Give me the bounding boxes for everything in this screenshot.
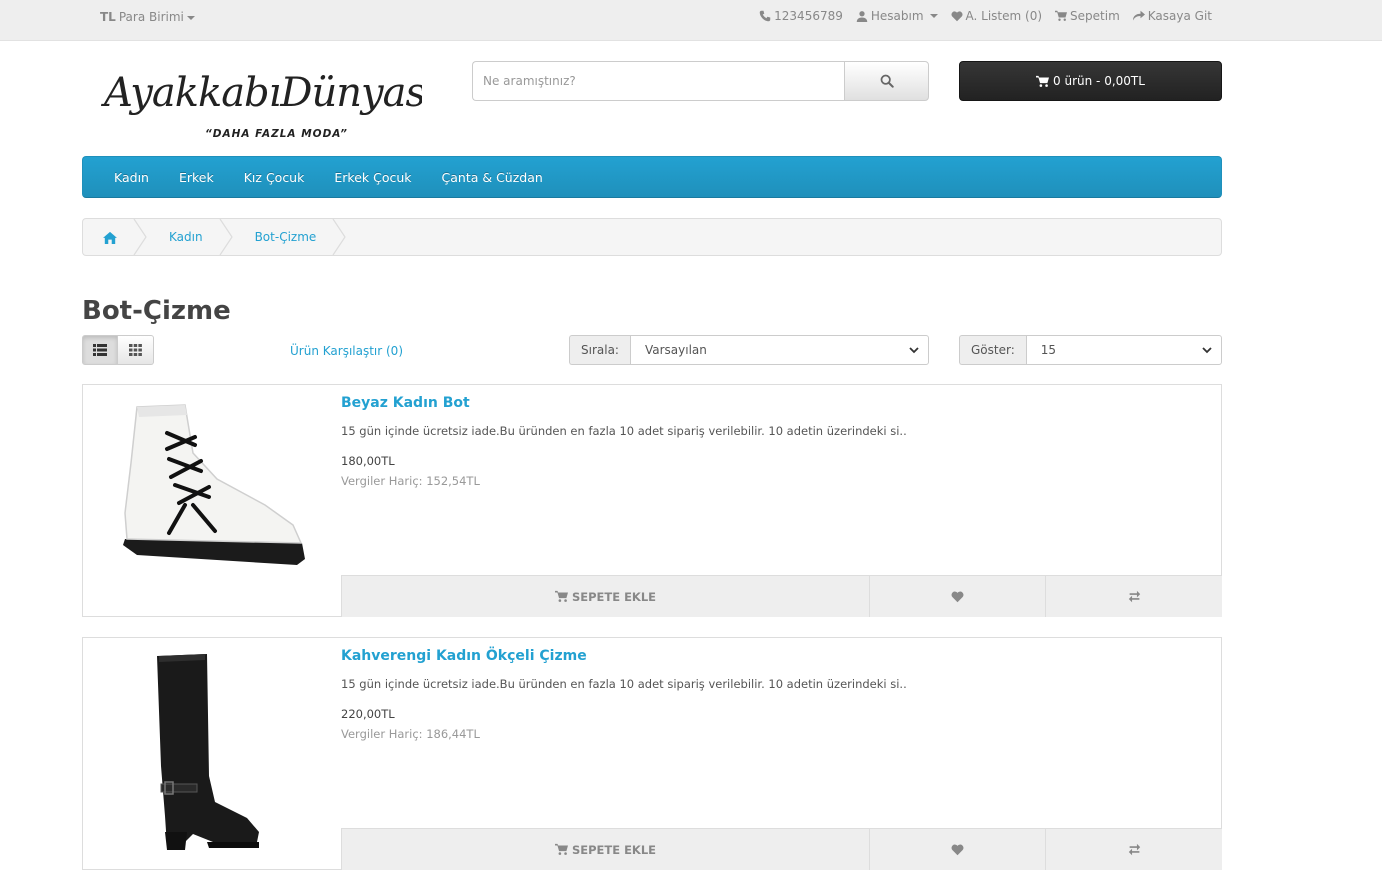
breadcrumb-link-kadin[interactable]: Kadın	[169, 230, 203, 244]
checkout-link[interactable]: Kasaya Git	[1132, 9, 1212, 23]
grid-view-button[interactable]	[118, 335, 154, 365]
compare-button[interactable]	[1045, 829, 1222, 870]
product-card: Beyaz Kadın Bot 15 gün içinde ücretsiz i…	[82, 384, 1222, 617]
search-icon	[880, 74, 894, 88]
search-input[interactable]	[472, 61, 844, 101]
caret-down-icon	[929, 14, 938, 18]
cart-summary-button[interactable]: 0 ürün - 0,00TL	[959, 61, 1222, 101]
add-to-cart-button[interactable]: SEPETE EKLE	[341, 829, 869, 870]
product-image-white-boot[interactable]	[97, 393, 327, 611]
view-toggle	[82, 335, 154, 365]
product-name[interactable]: Kahverengi Kadın Ökçeli Çizme	[341, 648, 587, 664]
menu-item-erkek[interactable]: Erkek	[164, 170, 229, 185]
grid-icon	[129, 344, 142, 356]
cart-link[interactable]: Sepetim	[1055, 9, 1120, 23]
sort-label: Sırala:	[569, 335, 630, 365]
menu-item-kiz-cocuk[interactable]: Kız Çocuk	[229, 170, 320, 185]
shopping-cart-icon	[1036, 75, 1050, 87]
heart-icon	[951, 591, 964, 603]
menu-item-canta-cuzdan[interactable]: Çanta & Cüzdan	[427, 170, 558, 185]
add-to-wishlist-button[interactable]	[869, 829, 1045, 870]
compare-link[interactable]: Ürün Karşılaştır (0)	[290, 344, 403, 358]
main-menu: Kadın Erkek Kız Çocuk Erkek Çocuk Çanta …	[82, 156, 1222, 198]
share-icon	[1132, 10, 1145, 21]
phone-link[interactable]: 123456789	[759, 9, 843, 23]
currency-dropdown[interactable]: TL Para Birimi	[100, 10, 195, 24]
shopping-cart-icon	[554, 843, 568, 855]
product-description: 15 gün içinde ücretsiz iade.Bu üründen e…	[341, 424, 907, 438]
breadcrumb-home[interactable]	[83, 219, 147, 255]
account-label: Hesabım	[870, 9, 924, 23]
breadcrumb-separator	[332, 219, 347, 255]
account-dropdown[interactable]: Hesabım	[856, 9, 938, 23]
chevron-down-icon	[1202, 347, 1212, 354]
wishlist-label: A. Listem (0)	[965, 9, 1043, 23]
logo-wordmark: AyakkabıDünyası	[100, 70, 422, 116]
logo-tagline: “DAHA FAZLA MODA”	[205, 128, 348, 140]
list-view-button[interactable]	[82, 335, 118, 365]
shopping-cart-icon	[1055, 10, 1068, 21]
phone-number: 123456789	[774, 9, 843, 23]
currency-symbol: TL	[100, 10, 116, 24]
breadcrumb-item[interactable]: Kadın	[145, 219, 233, 255]
product-name[interactable]: Beyaz Kadın Bot	[341, 395, 470, 411]
add-to-cart-button[interactable]: SEPETE EKLE	[341, 576, 869, 617]
shopping-cart-icon	[554, 590, 568, 602]
add-to-cart-label: SEPETE EKLE	[571, 842, 657, 857]
menu-item-erkek-cocuk[interactable]: Erkek Çocuk	[319, 170, 426, 185]
product-actions: SEPETE EKLE	[341, 575, 1222, 617]
product-card: Kahverengi Kadın Ökçeli Çizme 15 gün içi…	[82, 637, 1222, 870]
add-to-wishlist-button[interactable]	[869, 576, 1045, 617]
phone-icon	[759, 10, 771, 22]
cart-label: Sepetim	[1070, 9, 1120, 23]
list-icon	[93, 344, 107, 356]
sort-control: Sırala: Varsayılan	[569, 335, 929, 365]
limit-value: 15	[1040, 343, 1057, 357]
top-bar: TL Para Birimi 123456789 Hesabım A. Liste…	[0, 0, 1382, 41]
page-title: Bot-Çizme	[82, 296, 231, 326]
exchange-icon	[1128, 590, 1140, 603]
product-price-ex-tax: Vergiler Hariç: 186,44TL	[341, 727, 480, 741]
top-links: 123456789 Hesabım A. Listem (0) Sepetim …	[759, 9, 1212, 23]
user-icon	[856, 11, 868, 22]
product-image-brown-heeled-boot[interactable]	[97, 646, 327, 864]
product-price: 220,00TL	[341, 707, 395, 721]
product-actions: SEPETE EKLE	[341, 828, 1222, 870]
breadcrumb: Kadın Bot-Çizme	[82, 218, 1222, 256]
breadcrumb-item[interactable]: Bot-Çizme	[231, 219, 347, 255]
product-description: 15 gün içinde ücretsiz iade.Bu üründen e…	[341, 677, 907, 691]
wishlist-link[interactable]: A. Listem (0)	[951, 9, 1043, 23]
checkout-label: Kasaya Git	[1147, 9, 1212, 23]
limit-control: Göster: 15	[959, 335, 1222, 365]
search-button[interactable]	[844, 61, 929, 101]
exchange-icon	[1128, 843, 1140, 856]
limit-select[interactable]: 15	[1025, 335, 1222, 365]
sort-select[interactable]: Varsayılan	[629, 335, 929, 365]
product-price-ex-tax: Vergiler Hariç: 152,54TL	[341, 474, 480, 488]
product-price: 180,00TL	[341, 454, 395, 468]
caret-down-icon	[186, 15, 195, 20]
heart-icon	[951, 844, 964, 856]
cart-summary-text: 0 ürün - 0,00TL	[1053, 74, 1145, 88]
sort-value: Varsayılan	[644, 343, 707, 357]
search-bar	[472, 61, 929, 101]
limit-label: Göster:	[959, 335, 1026, 365]
menu-item-kadin[interactable]: Kadın	[99, 170, 164, 185]
currency-label: Para Birimi	[118, 10, 184, 24]
store-logo[interactable]: AyakkabıDünyası “DAHA FAZLA MODA”	[100, 58, 422, 144]
breadcrumb-link-bot-cizme[interactable]: Bot-Çizme	[255, 230, 317, 244]
chevron-down-icon	[909, 347, 919, 354]
compare-button[interactable]	[1045, 576, 1222, 617]
add-to-cart-label: SEPETE EKLE	[571, 589, 657, 604]
home-icon	[103, 231, 117, 244]
heart-icon	[951, 11, 963, 22]
